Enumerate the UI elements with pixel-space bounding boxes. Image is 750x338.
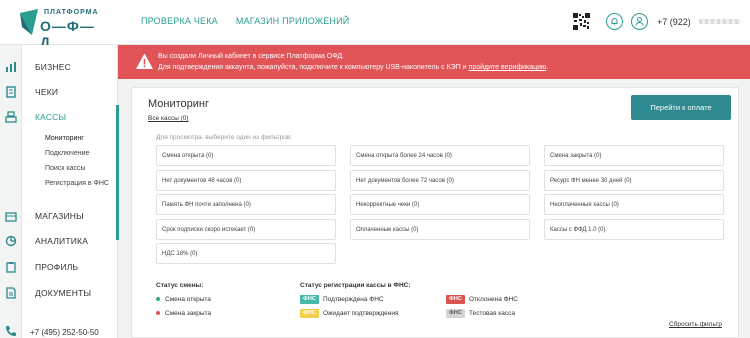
legend-fns-test: ФНС Тестовая касса [446,309,515,318]
legend-shift-closed: Смена закрыта [156,310,211,317]
fns-badge: ФНС [446,309,465,318]
sidebar: БИЗНЕС ЧЕКИ КАССЫ Мониторинг Подключение… [0,45,119,338]
bar-chart-icon [6,62,16,72]
sidebar-item-receipts[interactable]: ЧЕКИ [0,82,118,102]
top-header: ПЛАТФОРМА О—Ф—Д ПРОВЕРКА ЧЕКА МАГАЗИН ПР… [0,0,750,50]
legend-label: Смена закрыта [165,310,212,317]
sidebar-item-cash-registers[interactable]: КАССЫ [0,107,118,127]
go-to-payment-button[interactable]: Перейти к оплате [631,95,731,120]
header-phone[interactable]: +7 (922) [657,17,691,27]
legend-fns-rejected: ФНС Отклонена ФНС [446,295,518,304]
legend-label: Подтверждена ФНС [323,296,384,304]
fns-status-title: Статус регистрации кассы в ФНС: [300,282,411,289]
legend-fns-confirmed: ФНС Подтверждена ФНС [300,295,384,304]
sidebar-item-profile[interactable]: ПРОФИЛЬ [0,257,118,277]
sidebar-item-analytics[interactable]: АНАЛИТИКА [0,231,118,251]
phone-icon [6,326,16,336]
alert-text-end: . [546,64,549,71]
top-nav: ПРОВЕРКА ЧЕКА МАГАЗИН ПРИЛОЖЕНИЙ [141,16,349,26]
filter-fn-resource[interactable]: Ресурс ФН менее 30 дней (0) [544,170,724,191]
subnav-find-register[interactable]: Поиск кассы [45,165,85,172]
all-registers-link[interactable]: Все кассы (0) [148,115,189,122]
cash-register-icon [5,111,17,123]
support-phone[interactable]: +7 (495) 252-50-50 [30,328,99,337]
qr-code-icon[interactable] [573,13,590,30]
alert-text-line2: Для подтверждения аккаунта, пожалуйста, … [158,64,548,71]
legend-label: Тестовая касса [469,310,516,318]
green-dot-icon [156,297,160,302]
monitoring-card: Мониторинг Все кассы (0) Перейти к оплат… [131,87,739,338]
page-title: Мониторинг [148,98,210,110]
clipboard-icon [6,262,16,273]
receipt-icon [6,86,16,98]
red-dot-icon [156,311,160,316]
phone-redacted [699,19,741,24]
pie-chart-icon [5,235,17,247]
sidebar-item-label: КАССЫ [35,112,67,122]
verification-link[interactable]: пройдите верификацию [469,64,547,71]
store-icon [5,212,17,222]
legend-label: Отклонена ФНС [469,296,518,304]
sidebar-item-label: МАГАЗИНЫ [35,211,84,221]
sidebar-item-label: ДОКУМЕНТЫ [35,288,92,298]
nav-app-store[interactable]: МАГАЗИН ПРИЛОЖЕНИЙ [236,16,350,26]
subnav-monitoring[interactable]: Мониторинг [45,135,84,142]
sidebar-item-label: ПРОФИЛЬ [35,262,79,272]
document-icon [6,287,16,299]
sidebar-item-label: АНАЛИТИКА [35,236,89,246]
filter-ffd[interactable]: Кассы с ФФД 1.0 (0) [544,219,724,240]
verification-alert: Вы создали Личный кабинет в сервисе Плат… [118,45,750,79]
filter-fn-memory[interactable]: Память ФН почти заполнена (0) [156,194,336,215]
reset-filter-link[interactable]: Сбросить фильтр [669,321,722,328]
notification-bell-icon[interactable] [606,13,623,30]
fns-badge: ФНС [300,295,319,304]
fns-badge: ФНС [300,309,319,318]
filter-shift-closed[interactable]: Смена закрыта (0) [544,145,724,166]
filter-subscription-expiring[interactable]: Срок подписки скоро истекает (0) [156,219,336,240]
legend-shift-open: Смена открыта [156,296,211,303]
filter-no-docs-72h[interactable]: Нет документов более 72 часов (0) [350,170,530,191]
logo-text-top: ПЛАТФОРМА [44,9,99,16]
sidebar-item-stores[interactable]: МАГАЗИНЫ [0,206,118,226]
shift-status-title: Статус смены: [156,282,204,289]
filter-unpaid[interactable]: Неоплаченные кассы (0) [544,194,724,215]
legend-fns-pending: ФНС Ожидает подтверждения [300,309,399,318]
sidebar-item-documents[interactable]: ДОКУМЕНТЫ [0,283,118,303]
filter-shift-open[interactable]: Смена открыта (0) [156,145,336,166]
sidebar-item-business[interactable]: БИЗНЕС [0,57,118,77]
subnav-connection[interactable]: Подключение [45,150,89,157]
filter-incorrect-receipts[interactable]: Некорректные чеки (0) [350,194,530,215]
legend-label: Смена открыта [165,296,211,303]
fns-badge: ФНС [446,295,465,304]
sidebar-item-label: ЧЕКИ [35,87,59,97]
warning-icon [136,53,153,69]
platform-ofd-logo[interactable]: ПЛАТФОРМА О—Ф—Д [18,7,104,50]
filter-hint: Для просмотра, выберите один из фильтров… [156,134,293,141]
user-profile-icon[interactable] [631,13,648,30]
filter-shift-open-24h[interactable]: Смена открыта более 24 часов (0) [350,145,530,166]
nav-check-receipt[interactable]: ПРОВЕРКА ЧЕКА [141,16,218,26]
alert-text-body: Для подтверждения аккаунта, пожалуйста, … [158,64,467,71]
subnav-fns-registration[interactable]: Регистрация в ФНС [45,180,109,187]
filter-vat-18[interactable]: НДС 18% (0) [156,243,336,264]
legend-label: Ожидает подтверждения [323,310,399,318]
sidebar-item-label: БИЗНЕС [35,62,71,72]
filter-no-docs-48h[interactable]: Нет документов 48 часов (0) [156,170,336,191]
alert-text-line1: Вы создали Личный кабинет в сервисе Плат… [158,53,345,60]
filter-paid[interactable]: Оплаченные кассы (0) [350,219,530,240]
